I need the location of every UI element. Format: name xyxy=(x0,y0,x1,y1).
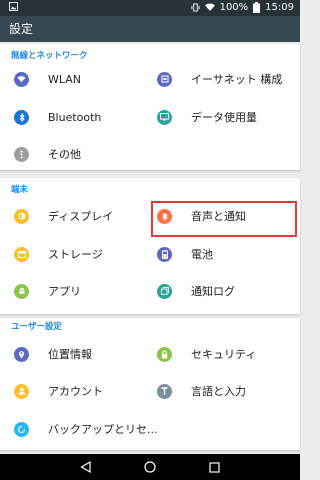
backup-icon xyxy=(14,421,29,437)
device-section: 端末 ディスプレイ 音声と通知 ストレージ 電池 アプリ 通知ログ xyxy=(0,178,300,314)
vibrate-icon xyxy=(191,3,200,12)
setting-notification-log[interactable]: 通知ログ xyxy=(157,276,293,306)
setting-label: アプリ xyxy=(48,285,81,298)
setting-security[interactable]: セキュリティ xyxy=(157,339,293,369)
setting-label: 位置情報 xyxy=(48,348,92,361)
storage-icon xyxy=(14,246,29,262)
setting-account[interactable]: アカウント xyxy=(14,376,150,406)
home-button[interactable] xyxy=(143,460,157,474)
bluetooth-icon xyxy=(14,109,29,125)
language-icon xyxy=(157,383,172,399)
wifi-signal-icon xyxy=(204,3,215,11)
status-left xyxy=(9,2,18,14)
data-usage-icon xyxy=(157,109,172,125)
display-icon xyxy=(14,208,29,224)
setting-label: ディスプレイ xyxy=(48,210,114,223)
location-icon xyxy=(14,346,29,362)
setting-label: 通知ログ xyxy=(191,285,235,298)
setting-label: ストレージ xyxy=(48,248,103,261)
recents-button[interactable] xyxy=(207,460,221,474)
setting-ethernet[interactable]: イーサネット 構成 xyxy=(157,64,293,94)
battery-icon xyxy=(157,246,172,262)
setting-battery[interactable]: 電池 xyxy=(157,239,293,269)
setting-label: その他 xyxy=(48,148,81,161)
setting-wlan[interactable]: WLAN xyxy=(14,64,150,94)
section-header-device: 端末 xyxy=(11,185,29,195)
wireless-section: 無線とネットワーク WLAN イーサネット 構成 Bluetooth データ使用… xyxy=(0,44,300,170)
account-icon xyxy=(14,383,29,399)
wifi-icon xyxy=(14,71,29,87)
setting-label: イーサネット 構成 xyxy=(191,73,283,86)
setting-language-input[interactable]: 言語と入力 xyxy=(157,376,293,406)
setting-label: アカウント xyxy=(48,385,103,398)
lock-icon xyxy=(157,346,172,362)
setting-backup-reset[interactable]: バックアップとリセ... xyxy=(14,414,158,444)
clock: 15:09 xyxy=(265,2,294,13)
recents-icon xyxy=(208,461,220,473)
setting-apps[interactable]: アプリ xyxy=(14,276,150,306)
setting-label: Bluetooth xyxy=(48,110,102,124)
battery-percent: 100% xyxy=(219,2,249,13)
setting-label: WLAN xyxy=(48,72,82,86)
home-icon xyxy=(144,461,156,473)
setting-label: セキュリティ xyxy=(191,348,257,361)
setting-label: 電池 xyxy=(191,248,213,261)
android-icon xyxy=(14,283,29,299)
setting-label: 言語と入力 xyxy=(191,385,246,398)
section-header-user: ユーザー設定 xyxy=(11,322,62,332)
ethernet-icon xyxy=(157,71,172,87)
section-header-wireless: 無線とネットワーク xyxy=(11,51,88,61)
setting-display[interactable]: ディスプレイ xyxy=(14,201,150,231)
setting-bluetooth[interactable]: Bluetooth xyxy=(14,102,150,132)
navigation-bar xyxy=(0,454,300,480)
page-title: 設定 xyxy=(9,22,34,36)
setting-data-usage[interactable]: データ使用量 xyxy=(157,102,293,132)
more-icon xyxy=(14,146,29,162)
app-bar: 設定 xyxy=(0,16,300,42)
setting-label: バックアップとリセ... xyxy=(48,423,158,436)
image-icon xyxy=(9,2,18,11)
setting-label: データ使用量 xyxy=(191,111,257,124)
battery-icon xyxy=(253,2,261,13)
status-right: 100% 15:09 xyxy=(191,2,294,13)
setting-storage[interactable]: ストレージ xyxy=(14,239,150,269)
highlight-box xyxy=(151,201,297,237)
setting-location[interactable]: 位置情報 xyxy=(14,339,150,369)
setting-more[interactable]: その他 xyxy=(14,139,150,169)
back-icon xyxy=(79,461,91,473)
notification-log-icon xyxy=(157,283,172,299)
status-bar: 100% 15:09 xyxy=(0,0,300,16)
back-button[interactable] xyxy=(78,460,92,474)
user-section: ユーザー設定 位置情報 セキュリティ アカウント 言語と入力 バックアップとリセ… xyxy=(0,318,300,450)
